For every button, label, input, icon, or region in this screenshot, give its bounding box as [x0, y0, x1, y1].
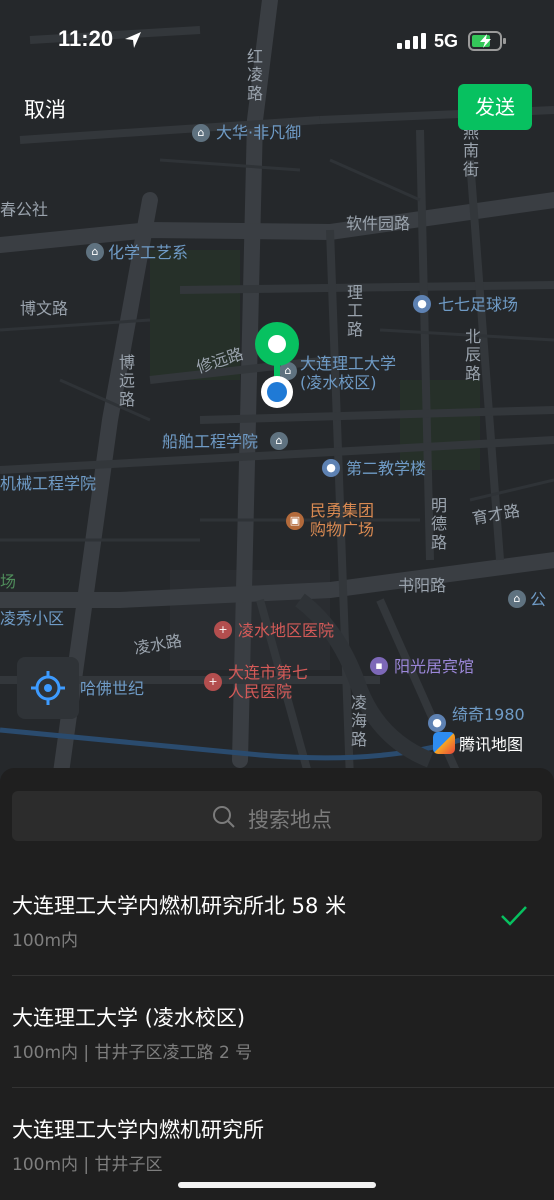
shopping-icon: ▣ — [286, 512, 304, 530]
location-arrow-icon — [125, 32, 141, 48]
road-label: 博远路 — [118, 353, 135, 409]
result-subtitle: 100m内 | 甘井子区 — [12, 1155, 163, 1175]
attribution-text: 腾讯地图 — [459, 735, 524, 754]
poi-label: 船舶工程学院 — [162, 432, 259, 451]
home-indicator[interactable] — [178, 1182, 376, 1188]
poi-label: 大连市第七 — [228, 663, 309, 682]
road-label: 燕南街 — [462, 123, 479, 179]
campus-icon: ⌂ — [86, 243, 104, 261]
locate-me-button[interactable] — [17, 657, 79, 719]
poi-label: 大连理工大学 — [300, 354, 397, 373]
poi-label: 凌水地区医院 — [238, 621, 335, 640]
campus-icon: ⌂ — [270, 432, 288, 450]
cancel-button[interactable]: 取消 — [24, 94, 66, 124]
road-label: 北辰路 — [464, 327, 481, 383]
poi-label: 民勇集团 — [310, 501, 375, 520]
campus-icon: ⌂ — [508, 590, 526, 608]
tencent-map-logo-icon — [433, 732, 455, 754]
battery-charging-icon — [468, 31, 506, 51]
poi-label: 大华·非凡御 — [216, 123, 302, 142]
campus-icon: ⌂ — [192, 124, 210, 142]
poi-label: 人民医院 — [228, 682, 293, 701]
poi-label: 绮奇1980 — [452, 705, 525, 724]
poi-label: 公 — [530, 590, 547, 609]
result-title: 大连理工大学 (凌水校区) — [12, 1006, 246, 1030]
hotel-icon: ▪ — [370, 657, 388, 675]
poi-label: 化学工艺系 — [108, 243, 189, 262]
poi-label: 购物广场 — [310, 520, 375, 539]
network-type: 5G — [434, 31, 459, 51]
location-pin-icon — [255, 322, 299, 408]
building-icon: ● — [428, 714, 446, 732]
road-label: 理工路 — [346, 283, 363, 339]
search-placeholder: 搜索地点 — [248, 808, 332, 832]
search-icon — [213, 806, 235, 828]
poi-label: 凌秀小区 — [0, 609, 65, 628]
status-time: 11:20 — [58, 26, 114, 51]
send-button[interactable]: 发送 — [458, 84, 532, 130]
road-label: 书阳路 — [398, 576, 447, 595]
hospital-icon: + — [214, 621, 232, 639]
poi-label: 春公社 — [0, 200, 49, 219]
map-attribution: 腾讯地图 — [433, 731, 523, 755]
location-list-sheet: 搜索地点 大连理工大学内燃机研究所北 58 米 100m内 大连理工大学 (凌水… — [0, 768, 554, 1200]
road-label: 凌海路 — [350, 693, 367, 749]
signal-icon — [397, 33, 426, 49]
poi-label: (凌水校区) — [300, 373, 377, 392]
result-title: 大连理工大学内燃机研究所北 58 米 — [12, 894, 347, 918]
road-label: 明德路 — [430, 496, 447, 552]
result-title: 大连理工大学内燃机研究所 — [12, 1118, 264, 1142]
hospital-icon: + — [204, 673, 222, 691]
checkmark-icon — [501, 906, 527, 926]
stadium-icon: ● — [413, 295, 431, 313]
poi-label: 哈佛世纪 — [80, 679, 145, 698]
poi-label: 机械工程学院 — [0, 474, 97, 493]
poi-label: 场 — [0, 572, 17, 591]
location-result-item[interactable]: 大连理工大学 (凌水校区) 100m内 | 甘井子区凌工路 2 号 — [0, 976, 554, 1088]
result-subtitle: 100m内 — [12, 931, 79, 951]
poi-label: 七七足球场 — [438, 295, 519, 314]
building-icon: ● — [322, 459, 340, 477]
poi-label: 阳光居宾馆 — [394, 657, 475, 676]
road-label: 博文路 — [20, 299, 69, 318]
road-label: 软件园路 — [346, 214, 411, 233]
result-subtitle: 100m内 | 甘井子区凌工路 2 号 — [12, 1043, 253, 1063]
status-bar: 11:20 5G — [0, 0, 554, 80]
poi-label: 第二教学楼 — [346, 459, 427, 478]
location-result-item[interactable]: 大连理工大学内燃机研究所北 58 米 100m内 — [0, 864, 554, 976]
search-input[interactable]: 搜索地点 — [12, 791, 542, 841]
crosshair-icon — [31, 671, 65, 705]
